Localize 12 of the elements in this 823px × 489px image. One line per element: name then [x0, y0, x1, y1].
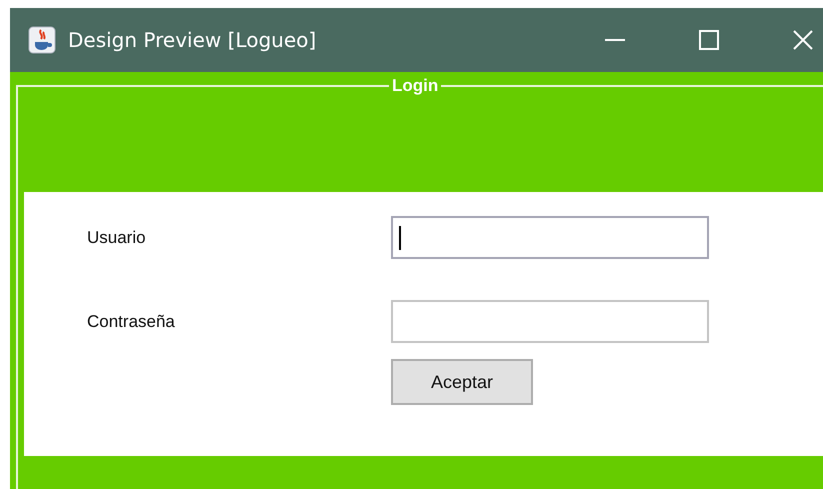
- group-title: Login: [391, 76, 440, 96]
- accept-button[interactable]: Aceptar: [391, 359, 533, 405]
- input-field[interactable]: [391, 216, 709, 259]
- text-cursor: [399, 226, 401, 250]
- field-label: Contraseña: [87, 312, 176, 332]
- close-icon: [792, 29, 814, 51]
- minimize-icon: [604, 39, 626, 41]
- window-title: Design Preview [Logueo]: [68, 28, 318, 52]
- maximize-icon: [698, 29, 720, 51]
- coffee-cup-icon: [28, 26, 56, 54]
- field-label: Usuario: [87, 228, 147, 248]
- input-field[interactable]: [391, 300, 709, 343]
